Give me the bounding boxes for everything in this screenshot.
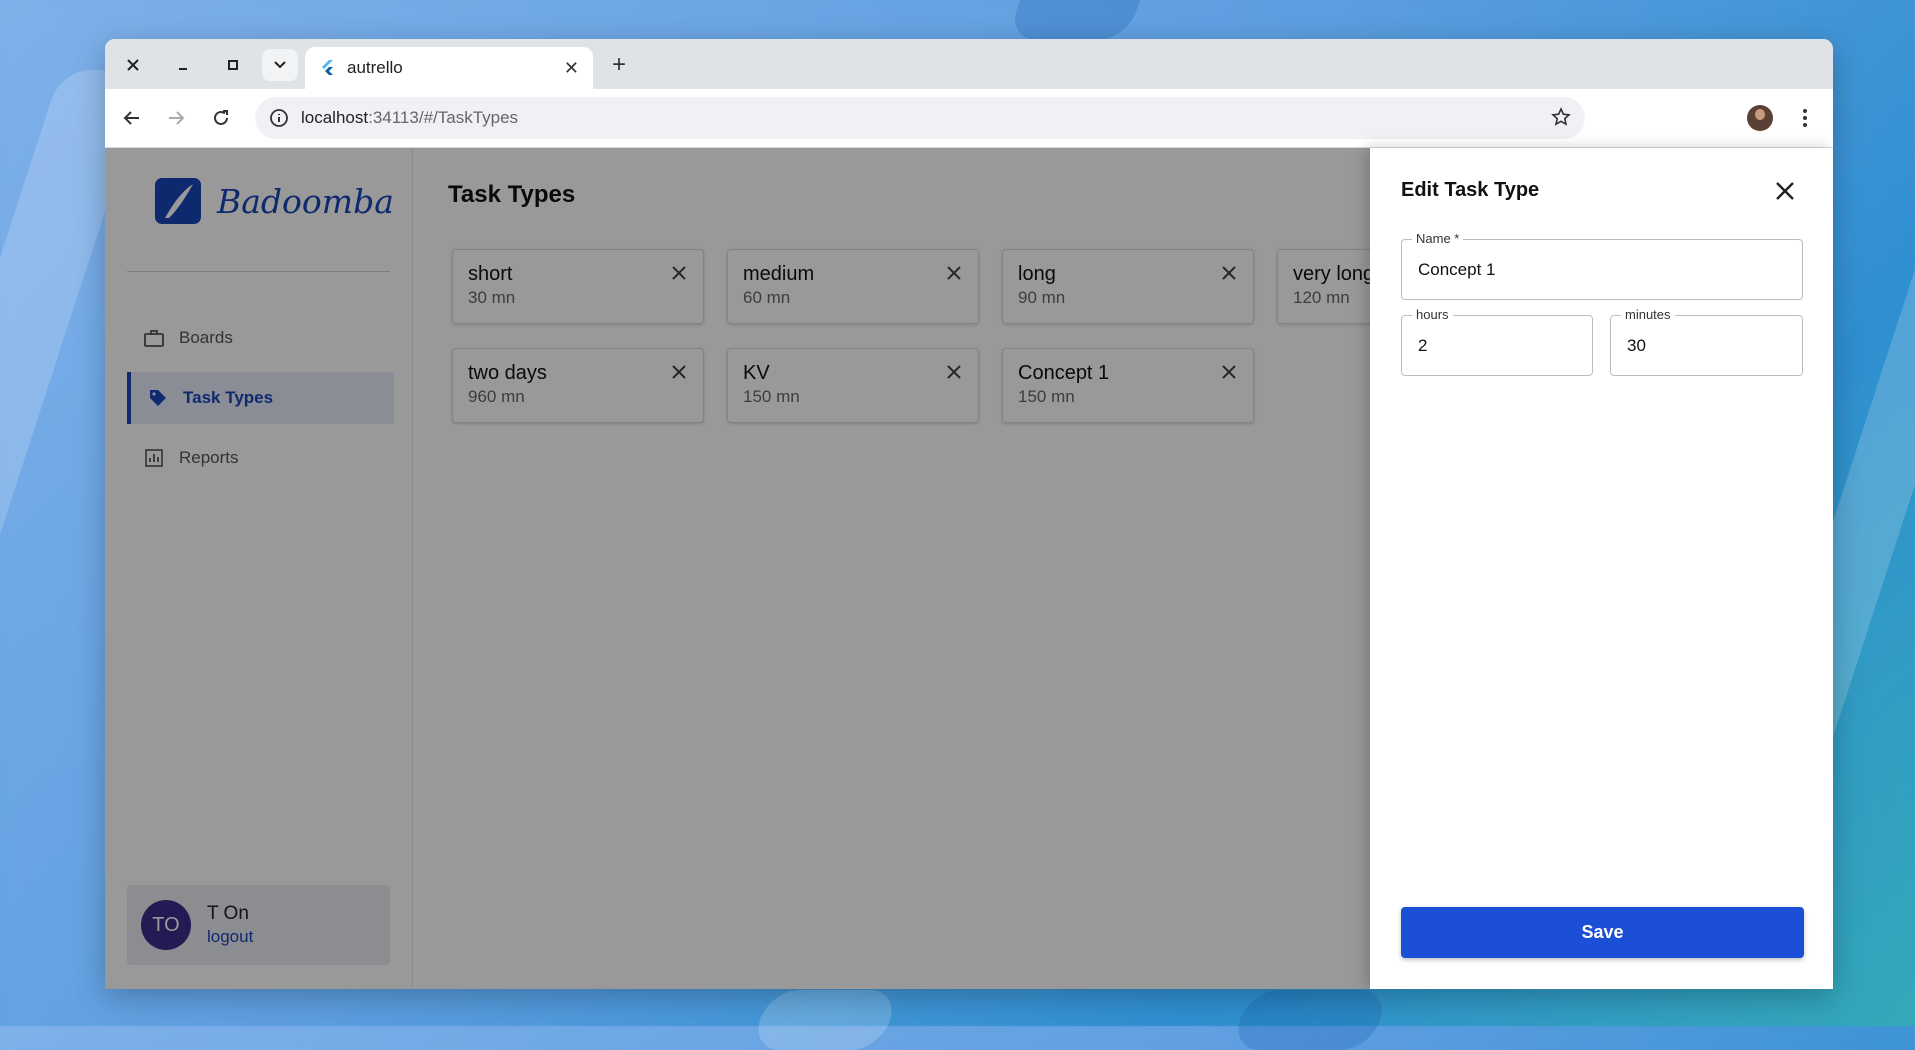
- tab-search-button[interactable]: [262, 49, 298, 81]
- url-host: localhost: [301, 108, 369, 127]
- wallpaper-stripe: [750, 990, 900, 1050]
- minutes-input[interactable]: [1625, 316, 1792, 375]
- name-field: Name *: [1401, 231, 1803, 300]
- flutter-icon: [322, 60, 333, 75]
- forward-button[interactable]: [161, 103, 191, 133]
- reload-button[interactable]: [206, 103, 236, 133]
- wallpaper-stripe: [1230, 990, 1390, 1050]
- bookmark-star-icon[interactable]: [1551, 107, 1571, 127]
- minimize-icon: [179, 68, 187, 70]
- chevron-down-icon: [274, 61, 286, 69]
- more-vert-icon: [1803, 109, 1807, 127]
- arrow-right-icon: [169, 111, 185, 125]
- back-button[interactable]: [117, 103, 147, 133]
- hours-field: hours: [1401, 307, 1593, 376]
- save-button[interactable]: Save: [1401, 907, 1804, 958]
- profile-avatar[interactable]: [1747, 105, 1773, 131]
- address-bar[interactable]: localhost:34113/#/TaskTypes: [255, 97, 1585, 139]
- hours-input[interactable]: [1416, 316, 1582, 375]
- info-icon[interactable]: [269, 108, 289, 128]
- browser-tab[interactable]: autrello ✕: [305, 47, 593, 89]
- browser-toolbar: localhost:34113/#/TaskTypes: [105, 89, 1833, 148]
- maximize-icon: [228, 60, 238, 70]
- tab-close-icon[interactable]: ✕: [564, 58, 579, 79]
- url-text: localhost:34113/#/TaskTypes: [301, 108, 518, 128]
- wallpaper-stripe: [1007, 0, 1153, 40]
- url-path: :34113/#/TaskTypes: [368, 108, 519, 127]
- arrow-left-icon: [123, 111, 139, 125]
- name-input[interactable]: [1416, 240, 1792, 299]
- minimize-window-button[interactable]: [169, 51, 197, 79]
- modal-scrim[interactable]: [105, 148, 1370, 989]
- close-window-button[interactable]: [119, 51, 147, 79]
- minutes-field: minutes: [1610, 307, 1803, 376]
- reload-icon: [214, 110, 228, 125]
- maximize-window-button[interactable]: [219, 51, 247, 79]
- close-icon: [127, 59, 139, 71]
- drawer-title: Edit Task Type: [1401, 179, 1540, 201]
- tab-title: autrello: [347, 58, 403, 77]
- new-tab-button[interactable]: +: [605, 51, 633, 79]
- browser-window: autrello ✕ + localhost:34113/#/TaskTypes: [105, 39, 1833, 989]
- edit-task-type-drawer: Edit Task Type Name * hours minutes Save: [1370, 148, 1833, 989]
- close-icon[interactable]: [1772, 178, 1798, 204]
- tab-strip: autrello ✕ +: [105, 39, 1833, 89]
- browser-menu-button[interactable]: [1795, 103, 1815, 133]
